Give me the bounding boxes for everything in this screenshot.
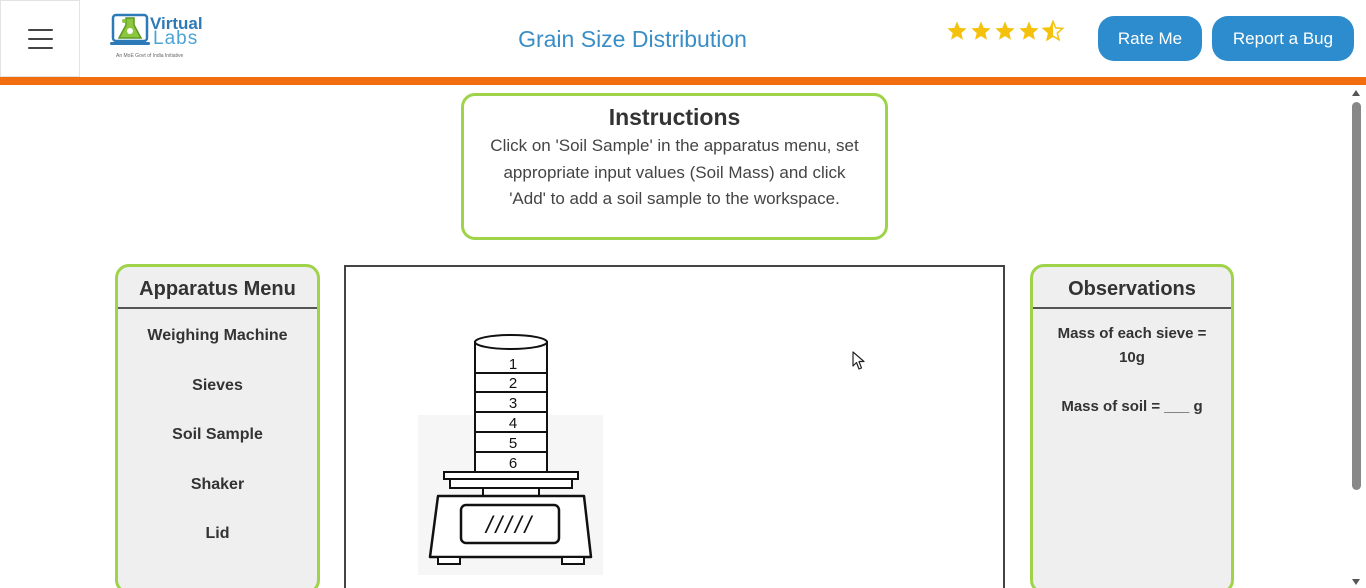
- sieve-label-6: 6: [509, 455, 517, 472]
- observation-sieve-mass: Mass of each sieve = 10g: [1057, 325, 1207, 366]
- apparatus-list: Weighing Machine Sieves Soil Sample Shak…: [118, 311, 317, 559]
- star-full-icon: [971, 21, 991, 40]
- logo-tagline: An MoE Govt of India Initiative: [116, 53, 184, 59]
- star-full-icon: [995, 21, 1015, 40]
- flask-icon: [110, 13, 150, 45]
- scale-foot-left: [437, 556, 461, 565]
- workspace-drawing: 1 2 3 4 5 6 /////: [418, 334, 603, 575]
- sieve-label-4: 4: [509, 415, 517, 432]
- hamburger-icon: [27, 28, 53, 49]
- header-bar: Virtual Labs An MoE Govt of India Initia…: [0, 0, 1366, 77]
- apparatus-menu-title: Apparatus Menu: [118, 267, 317, 309]
- workspace-canvas[interactable]: 1 2 3 4 5 6 /////: [344, 265, 1005, 588]
- apparatus-item-sieves[interactable]: Sieves: [118, 361, 317, 411]
- scale-pan: [443, 471, 579, 480]
- logo-text-labs: Labs: [153, 28, 199, 49]
- instructions-title: Instructions: [608, 104, 741, 130]
- page-title: Grain Size Distribution: [518, 26, 747, 52]
- apparatus-item-weighing-machine[interactable]: Weighing Machine: [118, 311, 317, 361]
- scroll-up-arrow-icon[interactable]: [1352, 90, 1360, 96]
- instructions-text: Click on 'Soil Sample' in the apparatus …: [490, 136, 859, 208]
- page-scrollbar[interactable]: [1348, 87, 1366, 588]
- sieve-label-3: 3: [509, 395, 517, 412]
- sieve-stack[interactable]: 1 2 3 4 5 6: [474, 334, 548, 473]
- star-full-icon: [947, 21, 967, 40]
- scale-display-reading: /////: [484, 512, 534, 539]
- star-full-icon: [1019, 21, 1039, 40]
- weighing-machine[interactable]: /////: [428, 471, 593, 565]
- sieve-label-1: 1: [509, 356, 517, 373]
- star-half-icon: [1042, 20, 1064, 42]
- report-bug-button[interactable]: Report a Bug: [1212, 16, 1354, 61]
- hamburger-menu-button[interactable]: [0, 0, 80, 77]
- rating-stars[interactable]: [946, 20, 1064, 42]
- apparatus-menu-panel: Apparatus Menu Weighing Machine Sieves S…: [115, 264, 320, 588]
- rate-me-button[interactable]: Rate Me: [1098, 16, 1202, 61]
- scrollbar-thumb[interactable]: [1352, 102, 1361, 490]
- virtual-labs-logo[interactable]: Virtual Labs An MoE Govt of India Initia…: [110, 12, 203, 64]
- sieve-stack-top: [474, 334, 548, 350]
- scroll-down-arrow-icon[interactable]: [1352, 579, 1360, 585]
- instructions-box: Instructions Click on 'Soil Sample' in t…: [461, 93, 888, 240]
- scale-pan-support: [449, 478, 573, 489]
- observations-panel: Observations Mass of each sieve = 10g Ma…: [1030, 264, 1234, 588]
- sieve-label-2: 2: [509, 375, 517, 392]
- observations-title: Observations: [1033, 267, 1231, 309]
- header-accent-divider: [0, 77, 1366, 85]
- scale-foot-right: [561, 556, 585, 565]
- apparatus-item-shaker[interactable]: Shaker: [118, 460, 317, 510]
- sieve-label-5: 5: [509, 435, 517, 452]
- observation-soil-mass: Mass of soil = ___ g: [1061, 398, 1203, 415]
- apparatus-item-lid[interactable]: Lid: [118, 509, 317, 559]
- mouse-cursor-icon: [852, 351, 865, 370]
- apparatus-item-soil-sample[interactable]: Soil Sample: [118, 410, 317, 460]
